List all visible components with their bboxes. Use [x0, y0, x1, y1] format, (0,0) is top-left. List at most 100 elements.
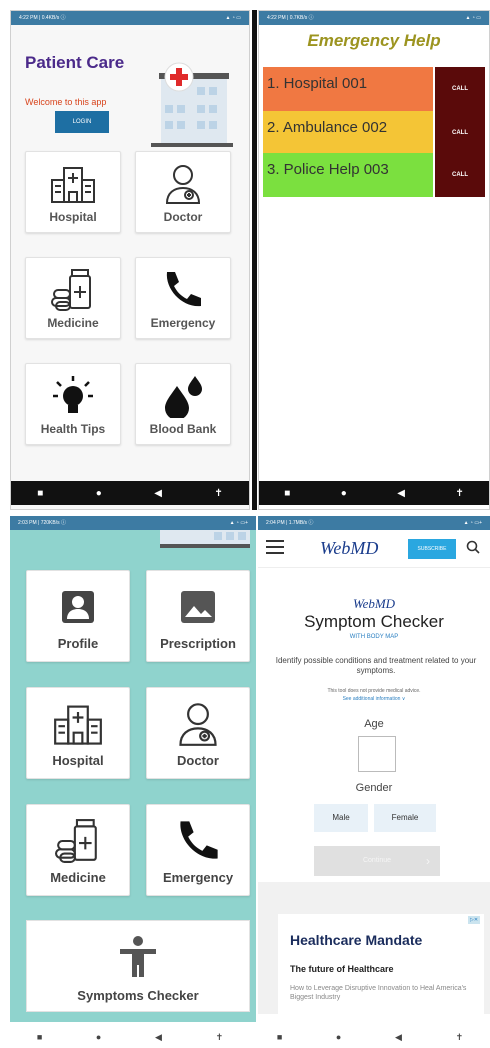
- search-icon[interactable]: [466, 540, 480, 554]
- back-button[interactable]: ◀: [395, 1032, 402, 1043]
- tile-label: Medicine: [50, 870, 106, 885]
- status-time: 4:22 PM | 0.7KB/s ⓘ: [267, 15, 314, 21]
- image-icon: [147, 583, 249, 631]
- ambulance-emergency-row: 2. Ambulance 002: [263, 111, 433, 155]
- panel-divider: [252, 10, 257, 510]
- symptom-checker-title: Symptom Checker: [304, 612, 444, 631]
- profile-tile[interactable]: Profile: [26, 570, 130, 662]
- medicine-tile[interactable]: Medicine: [25, 257, 121, 339]
- medicine-tile[interactable]: Medicine: [26, 804, 130, 896]
- symptoms-checker-tile[interactable]: Symptoms Checker: [26, 920, 250, 1012]
- hospital-icon: [26, 162, 120, 206]
- blood-bank-tile[interactable]: Blood Bank: [135, 363, 231, 445]
- body-map-subtitle: WITH BODY MAP: [349, 634, 399, 640]
- home-button[interactable]: ●: [96, 488, 102, 499]
- login-button[interactable]: LOGIN: [55, 111, 109, 133]
- back-button[interactable]: ◀: [154, 488, 162, 499]
- blood-drop-icon: [136, 374, 230, 418]
- gender-label: Gender: [355, 782, 393, 794]
- recent-apps-button[interactable]: ■: [277, 1032, 282, 1043]
- accessibility-button[interactable]: ✝: [214, 488, 222, 499]
- welcome-text: Welcome to this app: [25, 97, 107, 107]
- tile-label: Doctor: [163, 210, 203, 224]
- emergency-tile[interactable]: Emergency: [135, 257, 231, 339]
- tile-label: Blood Bank: [149, 422, 217, 436]
- android-nav-bar: ■ ● ◀ ✝: [259, 481, 489, 505]
- home-button[interactable]: ●: [96, 1032, 101, 1043]
- medicine-icon: [26, 268, 120, 312]
- age-input[interactable]: [358, 736, 396, 772]
- webmd-header: WebMD SUBSCRIBE: [258, 530, 490, 568]
- police-emergency-row: 3. Police Help 003: [263, 153, 433, 197]
- webmd-logo[interactable]: WebMD: [320, 538, 378, 559]
- ad-subtitle: The future of Healthcare: [290, 964, 394, 974]
- health-tips-tile[interactable]: Health Tips: [25, 363, 121, 445]
- status-icons: ▲ ◔ ▭+: [463, 520, 482, 526]
- accessibility-button[interactable]: ✝: [216, 1032, 224, 1043]
- continue-label: Continue: [362, 857, 392, 864]
- accessibility-person-icon: [27, 935, 249, 979]
- page-title: Emergency Help: [307, 31, 441, 50]
- app-title: Patient Care: [25, 53, 125, 72]
- call-police-button[interactable]: CALL: [435, 153, 485, 197]
- hospital-tile[interactable]: Hospital: [25, 151, 121, 233]
- recent-apps-button[interactable]: ■: [284, 488, 290, 499]
- female-button[interactable]: Female: [374, 804, 436, 832]
- bottom-nav-bar: ■ ● ◀ ✝ ■ ● ◀ ✝: [10, 1026, 490, 1048]
- home-button[interactable]: ●: [341, 488, 347, 499]
- tile-label: Symptoms Checker: [77, 988, 199, 1003]
- emergency-tile[interactable]: Emergency: [146, 804, 250, 896]
- android-nav-bar: ■ ● ◀ ✝: [11, 481, 249, 505]
- tile-label: Hospital: [52, 753, 104, 768]
- checker-description: Identify possible conditions and treatme…: [275, 656, 477, 675]
- hospital-tile[interactable]: Hospital: [26, 687, 130, 779]
- hamburger-menu-icon[interactable]: [266, 540, 284, 554]
- hospital-building-illustration: [151, 62, 233, 147]
- status-time: 4:22 PM | 0.4KB/s ⓘ: [19, 15, 66, 21]
- tile-label: Health Tips: [40, 422, 106, 436]
- tile-label: Profile: [57, 636, 99, 651]
- symptom-checker-card: WebMD Symptom Checker WITH BODY MAP Iden…: [258, 568, 490, 882]
- dashboard-nav-bar: ■ ● ◀ ✝: [10, 1032, 250, 1043]
- lightbulb-icon: [26, 374, 120, 418]
- call-ambulance-button[interactable]: CALL: [435, 111, 485, 155]
- recent-apps-button[interactable]: ■: [37, 1032, 42, 1043]
- back-button[interactable]: ◀: [155, 1032, 162, 1043]
- subscribe-button[interactable]: SUBSCRIBE: [408, 539, 456, 559]
- accessibility-button[interactable]: ✝: [455, 488, 463, 499]
- back-button[interactable]: ◀: [397, 488, 405, 499]
- profile-icon: [27, 583, 129, 631]
- ad-title: Healthcare Mandate: [290, 932, 423, 948]
- webmd-nav-bar: ■ ● ◀ ✝: [250, 1032, 490, 1043]
- continue-button[interactable]: Continue ›: [314, 846, 440, 876]
- accessibility-button[interactable]: ✝: [456, 1032, 464, 1043]
- additional-info-link[interactable]: See additional information ∨: [258, 696, 490, 702]
- hospital-emergency-row: 1. Hospital 001: [263, 67, 433, 111]
- webmd-symptom-checker-screen: 2:04 PM | 1.7MB/s ⓘ ▲ ◔ ▭+ WebMD SUBSCRI…: [258, 516, 490, 1022]
- doctor-tile[interactable]: Doctor: [146, 687, 250, 779]
- doctor-tile[interactable]: Doctor: [135, 151, 231, 233]
- healthcare-ad-card[interactable]: ▷✕ Healthcare Mandate The future of Heal…: [278, 914, 484, 1014]
- phone-icon: [136, 268, 230, 312]
- male-button[interactable]: Male: [314, 804, 368, 832]
- status-bar: 2:04 PM | 1.7MB/s ⓘ ▲ ◔ ▭+: [258, 516, 490, 530]
- tile-label: Emergency: [150, 316, 216, 330]
- prescription-tile[interactable]: Prescription: [146, 570, 250, 662]
- status-time: 2:03 PM | 720KB/s ⓘ: [18, 520, 66, 526]
- chevron-right-icon: ›: [426, 854, 430, 868]
- tile-label: Hospital: [49, 210, 97, 224]
- doctor-icon: [147, 700, 249, 748]
- ad-choices-icon[interactable]: ▷✕: [468, 916, 480, 924]
- ad-description: How to Leverage Disruptive Innovation to…: [290, 985, 467, 1001]
- recent-apps-button[interactable]: ■: [37, 488, 43, 499]
- webmd-logo-small: WebMD: [352, 596, 396, 611]
- tile-label: Medicine: [47, 316, 99, 330]
- tile-label: Doctor: [177, 753, 219, 768]
- medical-advice-note: This tool does not provide medical advic…: [327, 688, 421, 694]
- phone-icon: [147, 817, 249, 865]
- status-icons: ▲ ◔ ▭: [465, 15, 481, 21]
- home-button[interactable]: ●: [336, 1032, 341, 1043]
- hospital-building-illustration: [160, 530, 250, 548]
- medicine-icon: [27, 817, 129, 865]
- call-hospital-button[interactable]: CALL: [435, 67, 485, 111]
